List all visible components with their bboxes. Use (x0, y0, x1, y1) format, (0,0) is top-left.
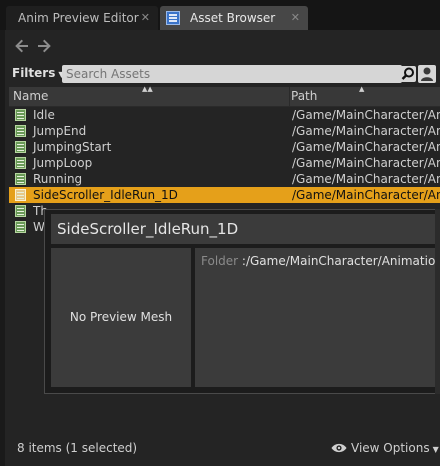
search-icon[interactable] (400, 66, 416, 82)
asset-path: /Game/MainCharacter/An (292, 172, 440, 186)
tooltip-preview: No Preview Mesh (51, 248, 191, 387)
view-options-label: View Options (351, 441, 430, 455)
list-item[interactable]: Running /Game/MainCharacter/An (9, 171, 440, 187)
search-input[interactable] (62, 65, 402, 83)
close-icon[interactable]: ✕ (291, 6, 300, 30)
animation-asset-icon (15, 221, 26, 233)
folder-row: Folder :/Game/MainCharacter/Animation (201, 254, 440, 268)
list-item[interactable]: JumpingStart /Game/MainCharacter/An (9, 139, 440, 155)
list-item[interactable]: Idle /Game/MainCharacter/An (9, 107, 440, 123)
folder-value: :/Game/MainCharacter/Animation (241, 254, 440, 268)
animation-asset-icon (15, 141, 26, 153)
tab-anim-preview-editor[interactable]: Anim Preview Editor ✕ (6, 6, 158, 30)
asset-path: /Game/MainCharacter/An (292, 156, 440, 170)
blendspace-asset-icon (15, 189, 26, 201)
asset-name: JumpEnd (33, 124, 87, 138)
column-divider[interactable] (289, 87, 290, 106)
close-icon[interactable]: ✕ (141, 6, 150, 30)
asset-path: /Game/MainCharacter/An (292, 108, 440, 122)
sort-icon: ▲ (359, 85, 365, 93)
filters-dropdown[interactable]: Filters▼ (12, 66, 65, 80)
column-header: Name ▲▲ Path ▲ (9, 85, 440, 107)
animation-asset-icon (15, 125, 26, 137)
tab-asset-browser[interactable]: Asset Browser ✕ (160, 6, 308, 30)
eye-icon (331, 443, 347, 453)
tab-label: Anim Preview Editor (18, 11, 139, 25)
folder-label: Folder (201, 254, 239, 268)
column-path[interactable]: Path (291, 89, 317, 103)
asset-name: Idle (33, 108, 55, 122)
animation-asset-icon (15, 205, 26, 217)
scrollbar[interactable] (435, 209, 440, 394)
animation-asset-icon (15, 173, 26, 185)
sort-icon: ▲▲ (142, 85, 153, 93)
list-item[interactable]: JumpLoop /Game/MainCharacter/An (9, 155, 440, 171)
user-icon[interactable] (418, 65, 436, 83)
asset-name: SideScroller_IdleRun_1D (33, 188, 178, 202)
forward-button[interactable] (35, 38, 53, 56)
animation-asset-icon (15, 157, 26, 169)
blendspace-asset-icon (15, 109, 26, 121)
asset-path: /Game/MainCharacter/An (292, 124, 440, 138)
list-item-selected[interactable]: SideScroller_IdleRun_1D /Game/MainCharac… (9, 187, 440, 203)
tooltip-info: Folder :/Game/MainCharacter/Animation (195, 248, 440, 387)
status-bar: 8 items (1 selected) View Options ▼ (9, 440, 440, 458)
filter-search-row: Filters▼ (8, 64, 440, 84)
asset-path: /Game/MainCharacter/An (292, 140, 440, 154)
column-name[interactable]: Name (13, 89, 48, 103)
filters-label: Filters (12, 66, 56, 80)
asset-tooltip: SideScroller_IdleRun_1D No Preview Mesh … (44, 209, 440, 394)
tab-bar: Anim Preview Editor ✕ Asset Browser ✕ (0, 0, 440, 30)
view-options-button[interactable]: View Options ▼ (331, 441, 439, 455)
tooltip-title: SideScroller_IdleRun_1D (51, 214, 435, 244)
arrow-left-icon (15, 39, 28, 53)
list-item[interactable]: JumpEnd /Game/MainCharacter/An (9, 123, 440, 139)
chevron-down-icon: ▼ (432, 445, 439, 454)
asset-name: Running (33, 172, 83, 186)
asset-path: /Game/MainCharacter/An (292, 188, 440, 202)
asset-name: JumpingStart (33, 140, 112, 154)
back-button[interactable] (13, 38, 31, 56)
tab-label: Asset Browser (190, 11, 276, 25)
no-preview-text: No Preview Mesh (69, 310, 173, 324)
asset-name: JumpLoop (33, 156, 93, 170)
item-count: 8 items (1 selected) (17, 441, 138, 455)
asset-browser-icon (166, 11, 180, 25)
arrow-right-icon (38, 39, 51, 53)
